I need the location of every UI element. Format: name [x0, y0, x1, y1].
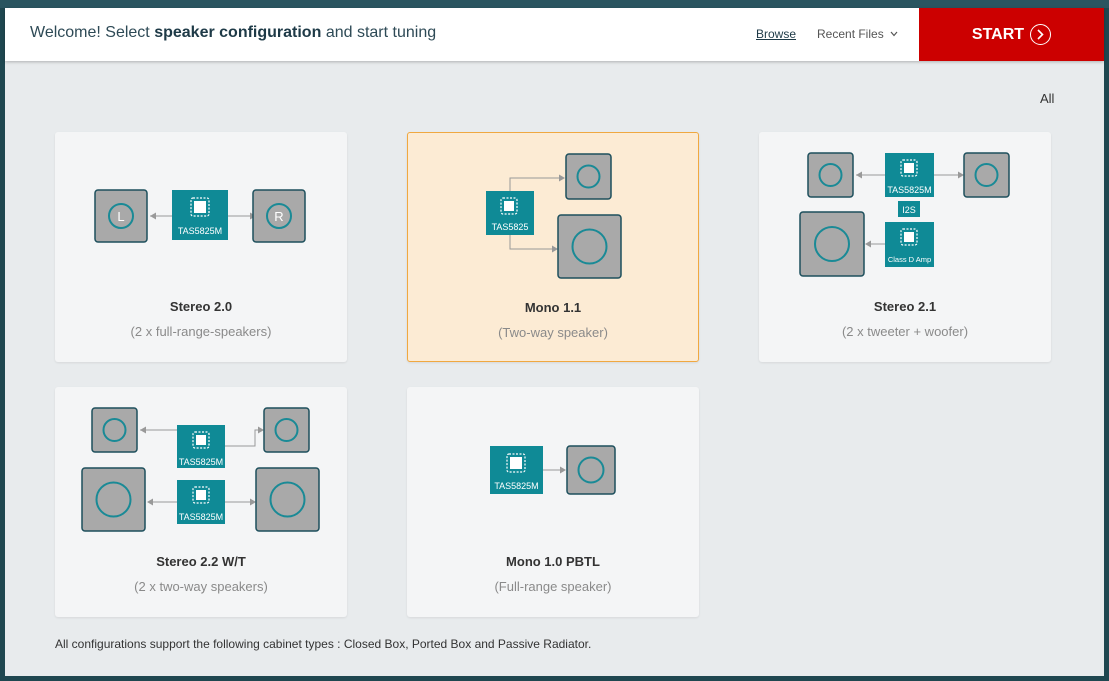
card-title: Mono 1.0 PBTL: [506, 554, 600, 569]
chip-label: TAS5825M: [887, 185, 931, 195]
chip-label: TAS5825M: [178, 226, 222, 236]
welcome-text: Welcome! Select speaker configuration an…: [30, 24, 436, 42]
amp-icon: Class D Amp: [885, 222, 934, 267]
recent-files-dropdown[interactable]: Recent Files: [817, 27, 898, 41]
config-card-stereo-2-2-wt[interactable]: TAS5825M TAS5825M Stereo 2.2 W/T (2 x tw…: [55, 387, 347, 617]
config-card-mono-1-0-pbtl[interactable]: TAS5825M Mono 1.0 PBTL (Full-range speak…: [407, 387, 699, 617]
start-label: START: [971, 25, 1025, 43]
woofer-right-icon: [255, 467, 320, 532]
tweeter-right-icon: [963, 152, 1010, 198]
chip-top-icon: TAS5825M: [177, 425, 225, 468]
background-strip: [0, 0, 1109, 8]
i2s-link-icon: I2S: [898, 201, 920, 217]
card-title: Stereo 2.1: [873, 299, 937, 314]
welcome-bold: speaker configuration: [154, 24, 322, 41]
woofer-icon: [799, 211, 865, 277]
woofer-left-icon: [81, 467, 146, 532]
amp-label: Class D Amp: [888, 255, 931, 264]
chip-top-label: TAS5825M: [179, 457, 223, 467]
tweeter-right-icon: [263, 407, 310, 453]
speaker-left-icon: L: [94, 189, 148, 243]
stereo-2-0-diagram: L TAS5825M R: [94, 189, 306, 243]
card-subtitle: (2 x full-range-speakers): [130, 324, 272, 339]
config-card-stereo-2-0[interactable]: L TAS5825M R Stereo 2.0 (2 x full-range-…: [55, 132, 347, 362]
tweeter-left-icon: [807, 152, 854, 198]
speaker-icon: [566, 445, 616, 495]
stereo-2-2-wt-diagram: TAS5825M TAS5825M: [81, 407, 320, 532]
right-letter: R: [274, 209, 283, 224]
woofer-icon: [557, 214, 622, 279]
chip-icon: TAS5825M: [885, 153, 934, 197]
arrow-right-circle-icon: [1030, 24, 1052, 45]
welcome-prefix: Welcome! Select: [30, 24, 150, 41]
chip-bottom-label: TAS5825M: [179, 512, 223, 522]
configuration-dialog: Welcome! Select speaker configuration an…: [5, 8, 1104, 676]
start-button[interactable]: START: [919, 8, 1104, 61]
config-card-stereo-2-1[interactable]: TAS5825M I2S Class D Amp Stereo 2.1 (2 x…: [759, 132, 1051, 362]
left-letter: L: [117, 209, 124, 224]
chip-bottom-icon: TAS5825M: [177, 480, 225, 524]
card-title: Stereo 2.2 W/T: [156, 554, 246, 569]
stereo-2-1-diagram: TAS5825M I2S Class D Amp: [799, 152, 1010, 277]
chip-label: TAS5825: [492, 222, 529, 232]
link-label: I2S: [902, 205, 916, 215]
mono-1-0-pbtl-diagram: TAS5825M: [490, 445, 616, 495]
mono-1-1-diagram: TAS5825: [486, 153, 622, 279]
chip-icon: TAS5825M: [172, 190, 228, 240]
card-title: Mono 1.1: [524, 300, 582, 315]
card-subtitle: (Two-way speaker): [498, 325, 608, 340]
chip-label: TAS5825M: [494, 481, 538, 491]
cabinet-types-note: All configurations support the following…: [55, 637, 592, 651]
tweeter-icon: [565, 153, 612, 200]
browse-link[interactable]: Browse: [756, 27, 796, 41]
speaker-right-icon: R: [252, 189, 306, 243]
card-subtitle: (2 x two-way speakers): [134, 579, 268, 594]
dialog-header: Welcome! Select speaker configuration an…: [5, 8, 1104, 61]
chip-icon: TAS5825M: [490, 446, 543, 494]
card-title: Stereo 2.0: [169, 299, 233, 314]
config-card-mono-1-1[interactable]: TAS5825 Mono 1.1 (Two-way speaker): [407, 132, 699, 362]
recent-files-label: Recent Files: [817, 27, 884, 41]
chevron-down-icon: [890, 29, 898, 39]
chip-icon: TAS5825: [486, 191, 534, 235]
tweeter-left-icon: [91, 407, 138, 453]
card-subtitle: (Full-range speaker): [494, 579, 612, 594]
filter-all[interactable]: All: [1040, 91, 1054, 106]
card-subtitle: (2 x tweeter + woofer): [841, 324, 969, 339]
welcome-suffix: and start tuning: [325, 24, 437, 41]
